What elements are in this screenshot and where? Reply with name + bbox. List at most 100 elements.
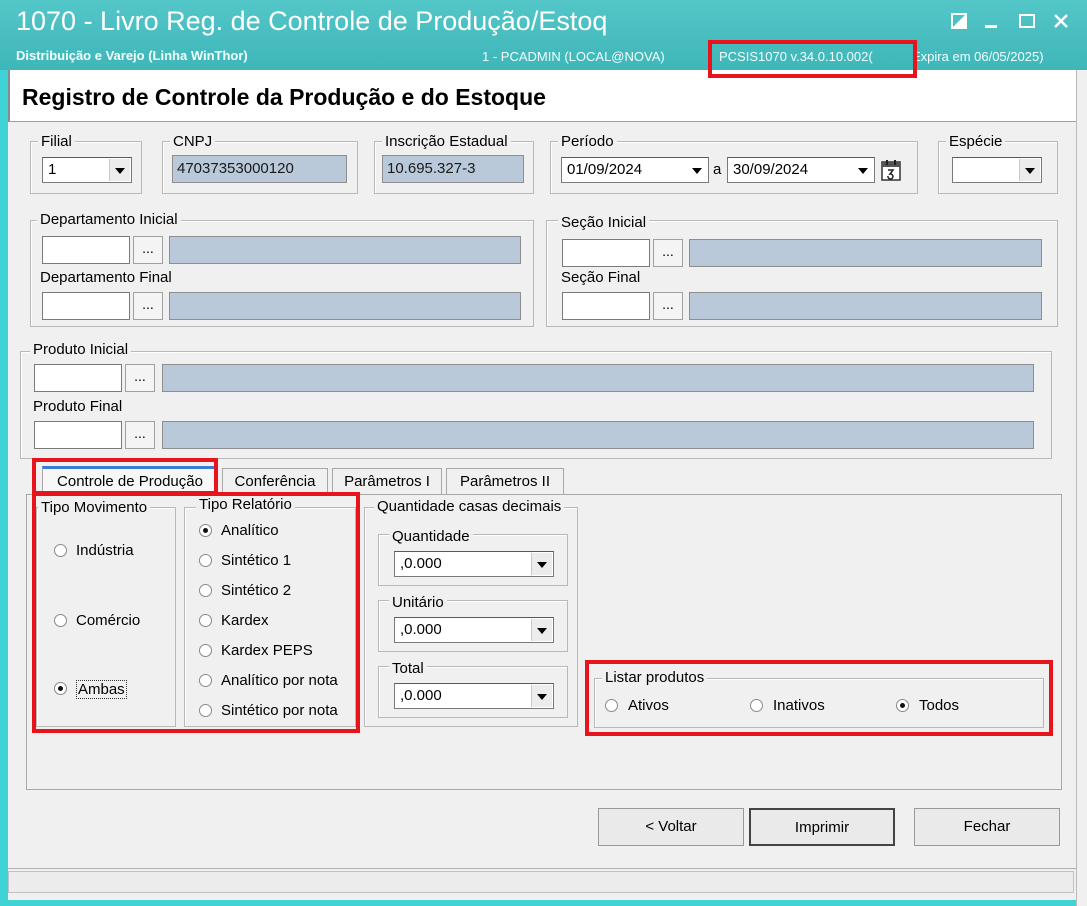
radio-comercio[interactable] — [54, 614, 67, 627]
secao-inicial-input[interactable] — [562, 239, 650, 267]
departamento-final-input[interactable] — [42, 292, 130, 320]
secao-inicial-label: Seção Inicial — [558, 214, 650, 231]
radio-kardex[interactable] — [199, 614, 212, 627]
secao-final-lookup-button[interactable]: ... — [653, 292, 683, 320]
radio-industria[interactable] — [54, 544, 67, 557]
radio-ativos-label[interactable]: Ativos — [628, 697, 669, 714]
chevron-down-icon[interactable] — [109, 159, 130, 181]
unitario-value: ,0.000 — [400, 621, 442, 638]
periodo-start-value: 01/09/2024 — [567, 161, 643, 178]
radio-analitico-label[interactable]: Analítico — [221, 522, 279, 539]
version-info: PCSIS1070 v.34.0.10.002( — [719, 49, 873, 64]
secao-final-label: Seção Final — [561, 269, 641, 286]
secao-inicial-description — [689, 239, 1042, 267]
ie-label: Inscrição Estadual — [382, 133, 511, 150]
status-panel — [8, 871, 1074, 893]
form-header: Registro de Controle da Produção e do Es… — [8, 70, 1076, 122]
total-value: ,0.000 — [400, 687, 442, 704]
restore-icon[interactable] — [945, 8, 973, 34]
radio-todos[interactable] — [896, 699, 909, 712]
cnpj-label: CNPJ — [170, 133, 216, 150]
chevron-down-icon[interactable] — [531, 685, 552, 707]
departamento-inicial-description — [169, 236, 521, 264]
radio-kardex-peps[interactable] — [199, 644, 212, 657]
radio-analitico-por-nota[interactable] — [199, 674, 212, 687]
produto-inicial-label: Produto Inicial — [30, 341, 132, 358]
especie-label: Espécie — [946, 133, 1006, 150]
expiration-info: Expira em 06/05/2025) — [912, 49, 1044, 64]
quantidade-value: ,0.000 — [400, 555, 442, 572]
departamento-inicial-input[interactable] — [42, 236, 130, 264]
title-bar[interactable]: 1070 - Livro Reg. de Controle de Produçã… — [0, 0, 1087, 70]
radio-inativos-label[interactable]: Inativos — [773, 697, 825, 714]
secao-final-description — [689, 292, 1042, 320]
chevron-down-icon[interactable] — [853, 159, 873, 181]
radio-ambas-label[interactable]: Ambas — [76, 680, 127, 699]
radio-ambas[interactable] — [54, 682, 67, 695]
secao-final-input[interactable] — [562, 292, 650, 320]
radio-industria-label[interactable]: Indústria — [76, 542, 134, 559]
tab-parametros-i[interactable]: Parâmetros I — [332, 468, 442, 494]
periodo-end-date[interactable]: 30/09/2024 — [727, 157, 875, 183]
produto-inicial-lookup-button[interactable]: ... — [125, 364, 155, 392]
radio-kardex-label[interactable]: Kardex — [221, 612, 269, 629]
tab-conferencia[interactable]: Conferência — [222, 468, 328, 494]
radio-sintetico-1[interactable] — [199, 554, 212, 567]
periodo-label: Período — [558, 133, 617, 150]
radio-sintetico-por-nota-label[interactable]: Sintético por nota — [221, 702, 338, 719]
secao-inicial-lookup-button[interactable]: ... — [653, 239, 683, 267]
produto-inicial-input[interactable] — [34, 364, 122, 392]
minimize-icon[interactable] — [977, 8, 1005, 34]
casas-decimais-label: Quantidade casas decimais — [374, 498, 565, 515]
cnpj-value: 47037353000120 — [177, 160, 294, 177]
status-bar — [8, 868, 1076, 897]
departamento-inicial-lookup-button[interactable]: ... — [133, 236, 163, 264]
radio-todos-label[interactable]: Todos — [919, 697, 959, 714]
quantidade-label: Quantidade — [389, 528, 473, 545]
radio-comercio-label[interactable]: Comércio — [76, 612, 140, 629]
filial-value: 1 — [48, 161, 57, 178]
voltar-button[interactable]: < Voltar — [598, 808, 744, 846]
ie-field: 10.695.327-3 — [382, 155, 524, 183]
radio-analitico-por-nota-label[interactable]: Analítico por nota — [221, 672, 338, 689]
radio-sintetico-por-nota[interactable] — [199, 704, 212, 717]
radio-sintetico-2-label[interactable]: Sintético 2 — [221, 582, 291, 599]
chevron-down-icon[interactable] — [687, 159, 707, 181]
chevron-down-icon[interactable] — [1019, 159, 1040, 181]
imprimir-button[interactable]: Imprimir — [749, 808, 895, 846]
cnpj-field: 47037353000120 — [172, 155, 347, 183]
window-edge — [1076, 70, 1087, 906]
radio-kardex-peps-label[interactable]: Kardex PEPS — [221, 642, 313, 659]
close-icon[interactable] — [1047, 8, 1075, 34]
produto-inicial-description — [162, 364, 1034, 392]
chevron-down-icon[interactable] — [531, 619, 552, 641]
especie-select[interactable] — [952, 157, 1042, 183]
periodo-separator: a — [713, 161, 722, 178]
chevron-down-icon[interactable] — [531, 553, 552, 575]
total-select[interactable]: ,0.000 — [394, 683, 554, 709]
unitario-label: Unitário — [389, 594, 447, 611]
listar-produtos-label: Listar produtos — [602, 669, 708, 686]
produto-final-input[interactable] — [34, 421, 122, 449]
radio-analitico[interactable] — [199, 524, 212, 537]
ie-value: 10.695.327-3 — [387, 160, 476, 177]
maximize-icon[interactable] — [1013, 8, 1041, 34]
radio-ativos[interactable] — [605, 699, 618, 712]
periodo-start-date[interactable]: 01/09/2024 — [561, 157, 709, 183]
calendar-icon[interactable] — [879, 158, 903, 182]
produto-final-description — [162, 421, 1034, 449]
fechar-button[interactable]: Fechar — [914, 808, 1060, 846]
produto-final-label: Produto Final — [33, 398, 123, 415]
radio-sintetico-2[interactable] — [199, 584, 212, 597]
tab-parametros-ii[interactable]: Parâmetros II — [446, 468, 564, 494]
periodo-end-value: 30/09/2024 — [733, 161, 809, 178]
unitario-select[interactable]: ,0.000 — [394, 617, 554, 643]
departamento-final-lookup-button[interactable]: ... — [133, 292, 163, 320]
radio-inativos[interactable] — [750, 699, 763, 712]
window-subtitle: Distribuição e Varejo (Linha WinThor) — [16, 48, 248, 63]
radio-sintetico-1-label[interactable]: Sintético 1 — [221, 552, 291, 569]
quantidade-select[interactable]: ,0.000 — [394, 551, 554, 577]
tab-controle-de-producao[interactable]: Controle de Produção — [42, 466, 218, 496]
produto-final-lookup-button[interactable]: ... — [125, 421, 155, 449]
filial-select[interactable]: 1 — [42, 157, 132, 183]
